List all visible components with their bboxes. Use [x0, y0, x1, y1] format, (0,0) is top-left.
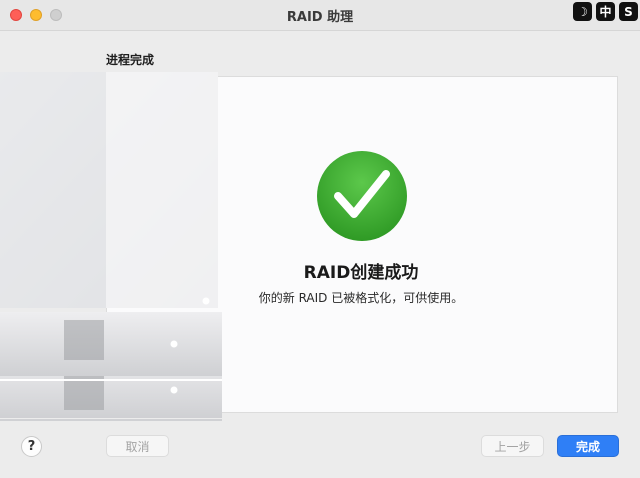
success-title: RAID创建成功	[303, 263, 419, 283]
ime-chinese-icon[interactable]: 中	[596, 2, 615, 21]
success-checkmark-icon	[317, 151, 407, 241]
window-title: RAID 助理	[286, 10, 354, 25]
ime-s-icon[interactable]: S	[619, 2, 638, 21]
ime-moon-icon[interactable]: ☽	[573, 2, 592, 21]
success-description: 你的新 RAID 已被格式化，可供使用。	[258, 291, 464, 305]
window-titlebar: RAID 助理 ☽ 中 S	[0, 0, 640, 31]
cancel-button[interactable]: 取消	[106, 435, 169, 457]
help-button[interactable]: ?	[21, 436, 42, 457]
back-button[interactable]: 上一步	[481, 435, 544, 457]
step-title: 进程完成	[106, 53, 155, 67]
done-button[interactable]: 完成	[557, 435, 619, 457]
raid-disk-illustration-icon	[0, 72, 222, 421]
